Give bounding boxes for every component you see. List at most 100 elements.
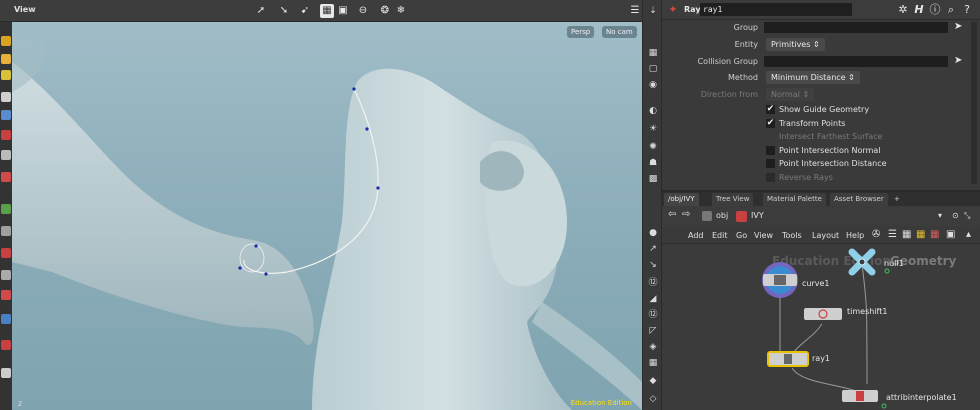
lock-icon[interactable]: ▢ (646, 62, 660, 76)
list-view-icon[interactable]: ☰ (888, 229, 897, 240)
timeshift-node-label[interactable]: timeshift1 (847, 307, 887, 316)
gear-icon[interactable]: ✲ (896, 3, 910, 17)
help-h-icon[interactable]: H (912, 3, 926, 17)
prim-number-icon[interactable]: ⑫ (646, 308, 660, 322)
shelf-tool-icon[interactable] (1, 150, 11, 160)
shelf-tool-icon[interactable] (1, 226, 11, 236)
3d-scene[interactable]: Persp No cam Education Edition Z (12, 22, 642, 410)
pin-icon[interactable]: ⊙ (952, 211, 959, 220)
xray-icon[interactable]: ◈ (646, 340, 660, 354)
link-icon[interactable]: ⤡ (964, 211, 970, 221)
attribinterpolate-node-label[interactable]: attribinterpolate1 (886, 393, 957, 402)
menu-layout[interactable]: Layout (812, 231, 839, 240)
ghost-icon[interactable]: ☗ (646, 156, 660, 170)
tab-tree-view[interactable]: Tree View (712, 193, 754, 206)
null-node-label[interactable]: null1 (884, 259, 904, 268)
normal-display-icon[interactable]: ↗ (646, 242, 660, 256)
menu-view[interactable]: View (754, 231, 773, 240)
curve-node-label[interactable]: curve1 (802, 279, 830, 288)
shape-palette-icon[interactable]: ▦ (930, 229, 939, 240)
uv-display-icon[interactable]: ◸ (646, 324, 660, 338)
edge-display-icon[interactable]: ◇ (646, 392, 660, 406)
search-icon[interactable]: ⌕ (944, 3, 958, 17)
viewport-options-icon[interactable]: ☰ (628, 4, 642, 18)
display-mode-icon[interactable]: ▦ (320, 4, 334, 18)
shelf-tool-icon[interactable] (1, 270, 11, 280)
path-current[interactable]: IVY (751, 211, 764, 220)
menu-tools[interactable]: Tools (782, 231, 802, 240)
reverse-rays-checkbox[interactable] (766, 173, 775, 182)
point-normal-checkbox[interactable] (766, 146, 775, 155)
add-tab-icon[interactable]: + (890, 193, 904, 206)
path-root[interactable]: obj (716, 211, 728, 220)
direction-menu[interactable]: Normal ⇕ (766, 88, 815, 101)
shelf-tool-icon[interactable] (1, 340, 11, 350)
menu-help[interactable]: Help (846, 231, 864, 240)
shelf-tool-icon[interactable] (1, 248, 11, 258)
forward-arrow-icon[interactable]: ⇨ (682, 209, 690, 220)
transform-points-checkbox[interactable]: ✔ (766, 119, 775, 128)
shelf-tool-icon[interactable] (1, 130, 11, 140)
camera-persp-button[interactable]: Persp (567, 26, 595, 38)
select-tool-icon[interactable]: ➚ (254, 4, 268, 18)
shelf-tool-icon[interactable] (1, 70, 11, 80)
back-arrow-icon[interactable]: ⇦ (668, 209, 676, 220)
grid-display-icon[interactable]: ▩ (646, 172, 660, 186)
tab-obj-ivy[interactable]: /obj/IVY (664, 193, 699, 206)
bulb-icon[interactable]: ✺ (646, 140, 660, 154)
shading-icon[interactable]: ◐ (646, 104, 660, 118)
shelf-tool-icon[interactable] (1, 110, 11, 120)
tab-material-palette[interactable]: Material Palette (763, 193, 826, 206)
grid-icon[interactable]: ▦ (646, 46, 660, 60)
shelf-tool-icon[interactable] (1, 172, 11, 182)
wrench-icon[interactable]: ✇ (872, 229, 880, 240)
light-icon[interactable]: ☀ (646, 122, 660, 136)
shelf-tool-icon[interactable] (1, 54, 11, 64)
checker-icon[interactable]: ▦ (646, 356, 660, 370)
lighting-icon[interactable]: ❂ (378, 4, 392, 18)
menu-edit[interactable]: Edit (712, 231, 728, 240)
menu-go[interactable]: Go (736, 231, 747, 240)
point-distance-checkbox[interactable] (766, 159, 775, 168)
show-guide-checkbox[interactable]: ✔ (766, 105, 775, 114)
info-icon[interactable]: ⓘ (928, 3, 942, 17)
menu-expand-icon[interactable]: ▴ (966, 229, 971, 240)
pin-icon[interactable]: ⇣ (646, 4, 660, 18)
method-menu[interactable]: Minimum Distance ⇕ (766, 71, 860, 84)
camera-select-button[interactable]: No cam (602, 26, 637, 38)
shelf-tool-icon[interactable] (1, 204, 11, 214)
ray-node-label[interactable]: ray1 (812, 354, 830, 363)
collision-group-field[interactable] (764, 56, 948, 67)
shelf-tool-icon[interactable] (1, 314, 11, 324)
shelf-pointer-icon[interactable] (1, 92, 11, 102)
handle-tool-icon[interactable]: ➹ (298, 4, 312, 18)
scene-viewport[interactable]: View ➚ ➘ ➹ ▦ ▣ ⊖ ❂ ❄ ☰ Persp No cam Educ… (0, 0, 642, 410)
entity-menu[interactable]: Primitives ⇕ (766, 38, 825, 51)
shelf-tool-icon[interactable] (1, 368, 11, 378)
sticky-icon[interactable]: ▣ (946, 229, 955, 240)
cube-display-icon[interactable]: ◆ (646, 374, 660, 388)
tab-asset-browser[interactable]: Asset Browser (830, 193, 888, 206)
group-select-icon[interactable]: ➤ (954, 21, 962, 32)
vector-display-icon[interactable]: ↘ (646, 258, 660, 272)
prim-display-icon[interactable]: ◢ (646, 292, 660, 306)
shelf-tool-icon[interactable] (1, 290, 11, 300)
camera-icon[interactable]: ◉ (646, 78, 660, 92)
group-field[interactable] (764, 22, 948, 33)
parameter-scrollbar[interactable] (971, 22, 977, 184)
shelf-tool-icon[interactable] (1, 36, 11, 46)
point-display-icon[interactable]: ● (646, 226, 660, 240)
snapshot-icon[interactable]: ▣ (336, 4, 350, 18)
node-name-input[interactable] (700, 3, 852, 16)
collision-select-icon[interactable]: ➤ (954, 55, 962, 66)
menu-add[interactable]: Add (688, 231, 704, 240)
snowflake-icon[interactable]: ❄ (394, 4, 408, 18)
grid-view-icon[interactable]: ▦ (902, 229, 911, 240)
path-dropdown-icon[interactable]: ▾ (938, 211, 942, 220)
record-icon[interactable]: ⊖ (356, 4, 370, 18)
network-canvas[interactable]: Education Edition Geometry curve1 null1 … (662, 244, 980, 410)
transform-tool-icon[interactable]: ➘ (277, 4, 291, 18)
help-icon[interactable]: ? (960, 3, 974, 17)
color-palette-icon[interactable]: ▦ (916, 229, 925, 240)
point-number-icon[interactable]: ⑫ (646, 276, 660, 290)
